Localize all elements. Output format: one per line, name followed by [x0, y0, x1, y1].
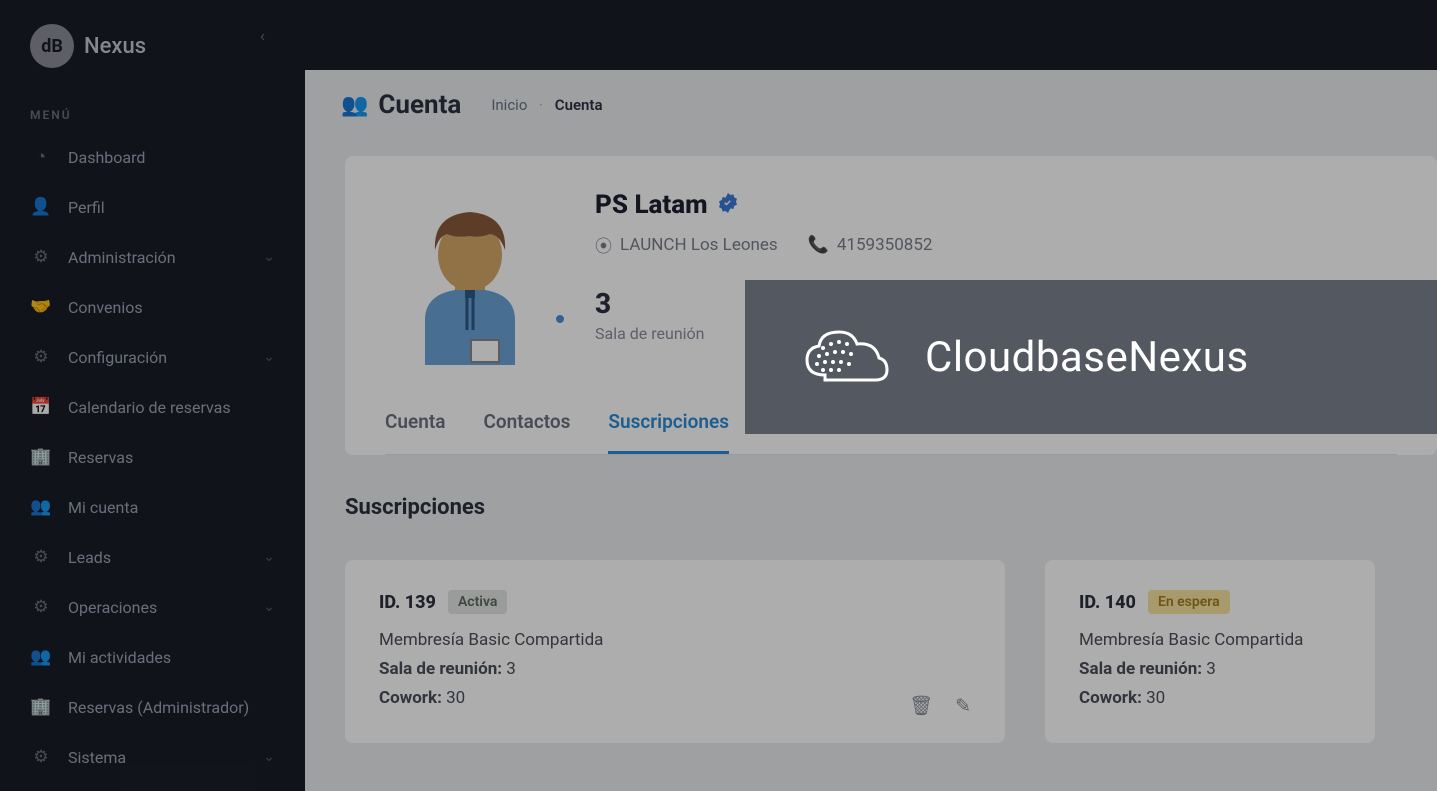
tab-contactos[interactable]: Contactos: [483, 410, 570, 454]
calendar-icon: 📅: [30, 396, 52, 418]
profile-phone: 📞 4159350852: [808, 232, 933, 257]
breadcrumb-current: Cuenta: [555, 96, 603, 114]
delete-button[interactable]: 🗑: [909, 694, 933, 717]
status-badge: Activa: [448, 590, 507, 614]
sidebar-item-reservas[interactable]: 🏢 Reservas: [0, 432, 305, 482]
tab-suscripciones[interactable]: Suscripciones: [608, 410, 729, 454]
sidebar-item-leads[interactable]: ⚙ Leads ⌄: [0, 532, 305, 582]
chevron-down-icon: ⌄: [263, 749, 275, 765]
brand-name: Nexus: [84, 34, 146, 59]
breadcrumb: Inicio · Cuenta: [491, 96, 602, 114]
sidebar-item-label: Leads: [68, 548, 111, 567]
sidebar-item-sistema[interactable]: ⚙ Sistema ⌄: [0, 732, 305, 782]
subscription-card: ID. 140 En espera Membresía Basic Compar…: [1045, 560, 1375, 743]
building-icon: 🏢: [30, 446, 52, 468]
sidebar-item-label: Configuración: [68, 348, 167, 367]
edit-icon: ✎: [955, 694, 971, 717]
location-pin-icon: ⦿: [595, 232, 612, 257]
chevron-down-icon: ⌄: [263, 599, 275, 615]
menu-section-label: MENÚ: [0, 88, 305, 132]
subscriptions-title: Suscripciones: [345, 495, 1437, 520]
verified-badge-icon: [718, 193, 738, 218]
tab-cuenta[interactable]: Cuenta: [385, 410, 445, 454]
sidebar-item-label: Convenios: [68, 298, 143, 317]
profile-location: ⦿ LAUNCH Los Leones: [595, 232, 778, 257]
sidebar-item-label: Administración: [68, 248, 176, 267]
phone-icon: 📞: [808, 235, 829, 255]
sidebar-item-label: Reservas (Administrador): [68, 698, 249, 717]
page-title: Cuenta: [378, 90, 461, 120]
account-icon: 👥: [30, 646, 52, 668]
sidebar-item-label: Mi actividades: [68, 648, 171, 667]
page-header: 👥 Cuenta Inicio · Cuenta: [305, 70, 1437, 134]
brand-logo: dB: [30, 24, 74, 68]
sidebar-item-perfil[interactable]: 👤 Perfil: [0, 182, 305, 232]
subscription-room: Sala de reunión: 3: [379, 655, 971, 684]
cloud-logo-icon: [795, 320, 895, 394]
subscription-id: ID. 140: [1079, 592, 1136, 613]
chevron-down-icon: ⌄: [263, 249, 275, 265]
gears-icon: ⚙: [30, 546, 52, 568]
sidebar-item-label: Operaciones: [68, 598, 157, 617]
sidebar-item-calendario[interactable]: 📅 Calendario de reservas: [0, 382, 305, 432]
sidebar: dB Nexus ‹ MENÚ ◔ Dashboard 👤 Perfil ⚙ A…: [0, 0, 305, 791]
edit-button[interactable]: ✎: [955, 694, 971, 717]
chevron-left-icon: ‹: [260, 26, 265, 45]
avatar: [385, 190, 555, 370]
subscription-name: Membresía Basic Compartida: [1079, 626, 1341, 655]
subscription-card: ID. 139 Activa Membresía Basic Compartid…: [345, 560, 1005, 743]
users-icon: 👥: [341, 93, 368, 118]
gears-icon: ⚙: [30, 346, 52, 368]
status-dot-icon: [553, 312, 567, 326]
subscription-name: Membresía Basic Compartida: [379, 626, 971, 655]
sidebar-item-label: Perfil: [68, 198, 105, 217]
pie-chart-icon: ◔: [30, 146, 52, 168]
breadcrumb-separator: ·: [539, 96, 543, 114]
building-icon: 🏢: [30, 696, 52, 718]
status-badge: En espera: [1148, 590, 1230, 614]
sidebar-item-label: Sistema: [68, 748, 126, 767]
sidebar-item-label: Calendario de reservas: [68, 398, 231, 417]
sidebar-item-dashboard[interactable]: ◔ Dashboard: [0, 132, 305, 182]
sidebar-item-label: Dashboard: [68, 148, 145, 167]
stat-sala: 3 Sala de reunión: [595, 287, 750, 353]
sidebar-item-operaciones[interactable]: ⚙ Operaciones ⌄: [0, 582, 305, 632]
subscription-cowork: Cowork: 30: [379, 684, 971, 713]
handshake-icon: 🤝: [30, 296, 52, 318]
sidebar-item-convenios[interactable]: 🤝 Convenios: [0, 282, 305, 332]
sidebar-item-mi-cuenta[interactable]: 👥 Mi cuenta: [0, 482, 305, 532]
gears-icon: ⚙: [30, 746, 52, 768]
trash-icon: 🗑: [909, 694, 933, 717]
gears-icon: ⚙: [30, 246, 52, 268]
avatar-illustration: [385, 190, 555, 370]
stat-value: 3: [595, 287, 705, 320]
stat-label: Sala de reunión: [595, 324, 705, 343]
breadcrumb-home[interactable]: Inicio: [491, 96, 527, 114]
sidebar-item-reservas-admin[interactable]: 🏢 Reservas (Administrador): [0, 682, 305, 732]
account-icon: 👥: [30, 496, 52, 518]
subscription-cowork: Cowork: 30: [1079, 684, 1341, 713]
gears-icon: ⚙: [30, 596, 52, 618]
chevron-down-icon: ⌄: [263, 349, 275, 365]
sidebar-item-administracion[interactable]: ⚙ Administración ⌄: [0, 232, 305, 282]
sidebar-item-label: Mi cuenta: [68, 498, 138, 517]
sidebar-item-actividades[interactable]: 👥 Mi actividades: [0, 632, 305, 682]
cloudbase-overlay: CloudbaseNexus: [745, 280, 1437, 434]
sidebar-item-configuracion[interactable]: ⚙ Configuración ⌄: [0, 332, 305, 382]
subscription-room: Sala de reunión: 3: [1079, 655, 1341, 684]
user-icon: 👤: [30, 196, 52, 218]
subscriptions-section: Suscripciones ID. 139 Activa Membresía B…: [345, 495, 1437, 743]
overlay-brand-text: CloudbaseNexus: [925, 333, 1249, 382]
subscription-id: ID. 139: [379, 592, 436, 613]
chevron-down-icon: ⌄: [263, 549, 275, 565]
sidebar-collapse-button[interactable]: ‹: [260, 26, 265, 45]
profile-name: PS Latam: [595, 190, 708, 220]
sidebar-item-label: Reservas: [68, 448, 133, 467]
